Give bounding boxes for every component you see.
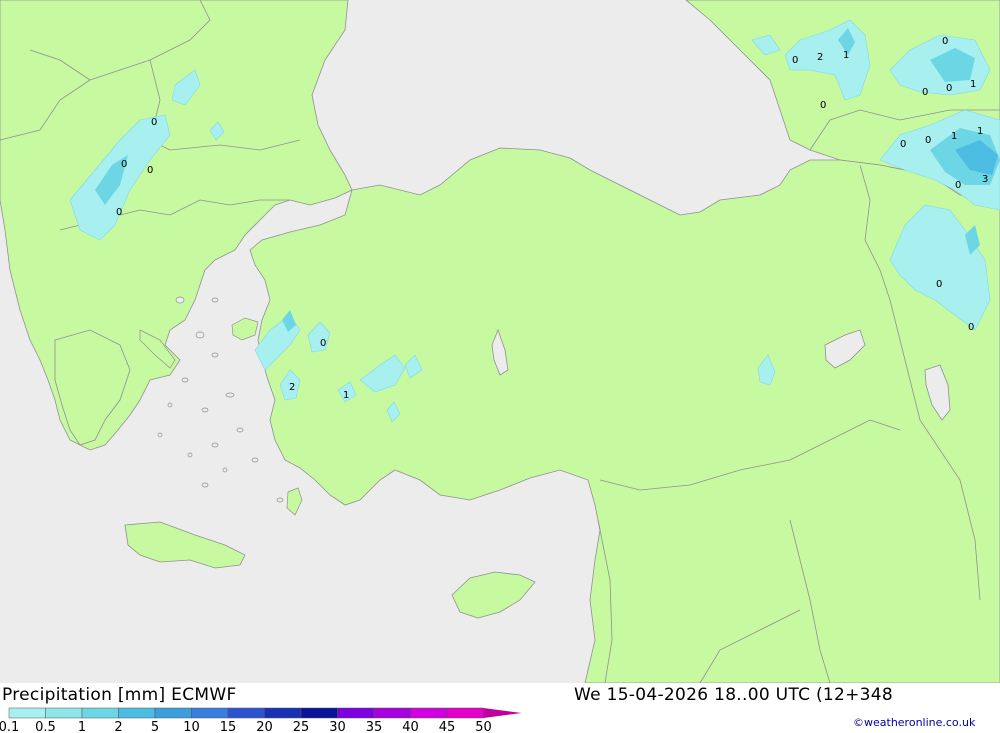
value-label: 1	[343, 390, 349, 401]
legend-swatch	[446, 707, 484, 719]
legend-tick-label: 10	[183, 720, 200, 733]
valid-time: We 15-04-2026 18..00 UTC (12+348	[574, 685, 894, 705]
value-label: 0	[955, 180, 961, 191]
value-label: 2	[817, 52, 823, 63]
legend-swatch	[81, 707, 119, 719]
legend-tick-label: 50	[475, 720, 492, 733]
value-label: 0	[820, 100, 826, 111]
value-label: 0	[116, 207, 122, 218]
precipitation-map: 0 2 1 0 0 0 1 0 0 0 1 1 0 3 0 0 0 0 0 0 …	[0, 0, 1000, 683]
value-label: 1	[843, 50, 849, 61]
value-label: 3	[982, 174, 988, 185]
value-label: 0	[792, 55, 798, 66]
credit-link[interactable]: ©weatheronline.co.uk	[853, 716, 975, 729]
legend-arrow	[483, 708, 522, 718]
legend-tick-label: 40	[402, 720, 419, 733]
legend-tick-label: 0.5	[35, 720, 56, 733]
value-label: 2	[289, 382, 295, 393]
legend-swatch	[8, 707, 46, 719]
legend-swatch	[227, 707, 265, 719]
legend-tick-label: 15	[220, 720, 237, 733]
value-label: 0	[925, 135, 931, 146]
legend-tick-label: 5	[151, 720, 159, 733]
value-label: 0	[151, 117, 157, 128]
legend-swatch	[300, 707, 338, 719]
value-label: 0	[922, 87, 928, 98]
value-label: 0	[900, 139, 906, 150]
map-title: Precipitation [mm] ECMWF	[2, 685, 237, 705]
value-label: 1	[970, 79, 976, 90]
legend-tick-label: 30	[329, 720, 346, 733]
legend-swatch	[118, 707, 156, 719]
legend-swatch	[191, 707, 229, 719]
legend-tick-label: 25	[293, 720, 310, 733]
legend-tick-label: 20	[256, 720, 273, 733]
color-legend: 0.1 0.5 1 2 5 10 15 20 25 30 35 40 45 50	[0, 707, 522, 733]
legend-swatch	[410, 707, 448, 719]
legend-tick-label: 45	[439, 720, 456, 733]
value-label: 0	[936, 279, 942, 290]
legend-tick-label: 35	[366, 720, 383, 733]
value-label: 0	[946, 83, 952, 94]
legend-swatch	[154, 707, 192, 719]
map-footer: Precipitation [mm] ECMWF We 15-04-2026 1…	[0, 683, 1000, 733]
value-label: 0	[942, 36, 948, 47]
legend-swatch	[373, 707, 411, 719]
legend-tick-label: 0.1	[0, 720, 19, 733]
legend-swatch	[264, 707, 302, 719]
value-label: 0	[121, 159, 127, 170]
value-label: 1	[951, 131, 957, 142]
value-label: 1	[977, 126, 983, 137]
legend-tick-label: 1	[78, 720, 86, 733]
legend-swatch	[337, 707, 375, 719]
value-label: 0	[320, 338, 326, 349]
legend-swatch	[45, 707, 83, 719]
legend-tick-label: 2	[114, 720, 122, 733]
value-label: 0	[968, 322, 974, 333]
value-label: 0	[147, 165, 153, 176]
